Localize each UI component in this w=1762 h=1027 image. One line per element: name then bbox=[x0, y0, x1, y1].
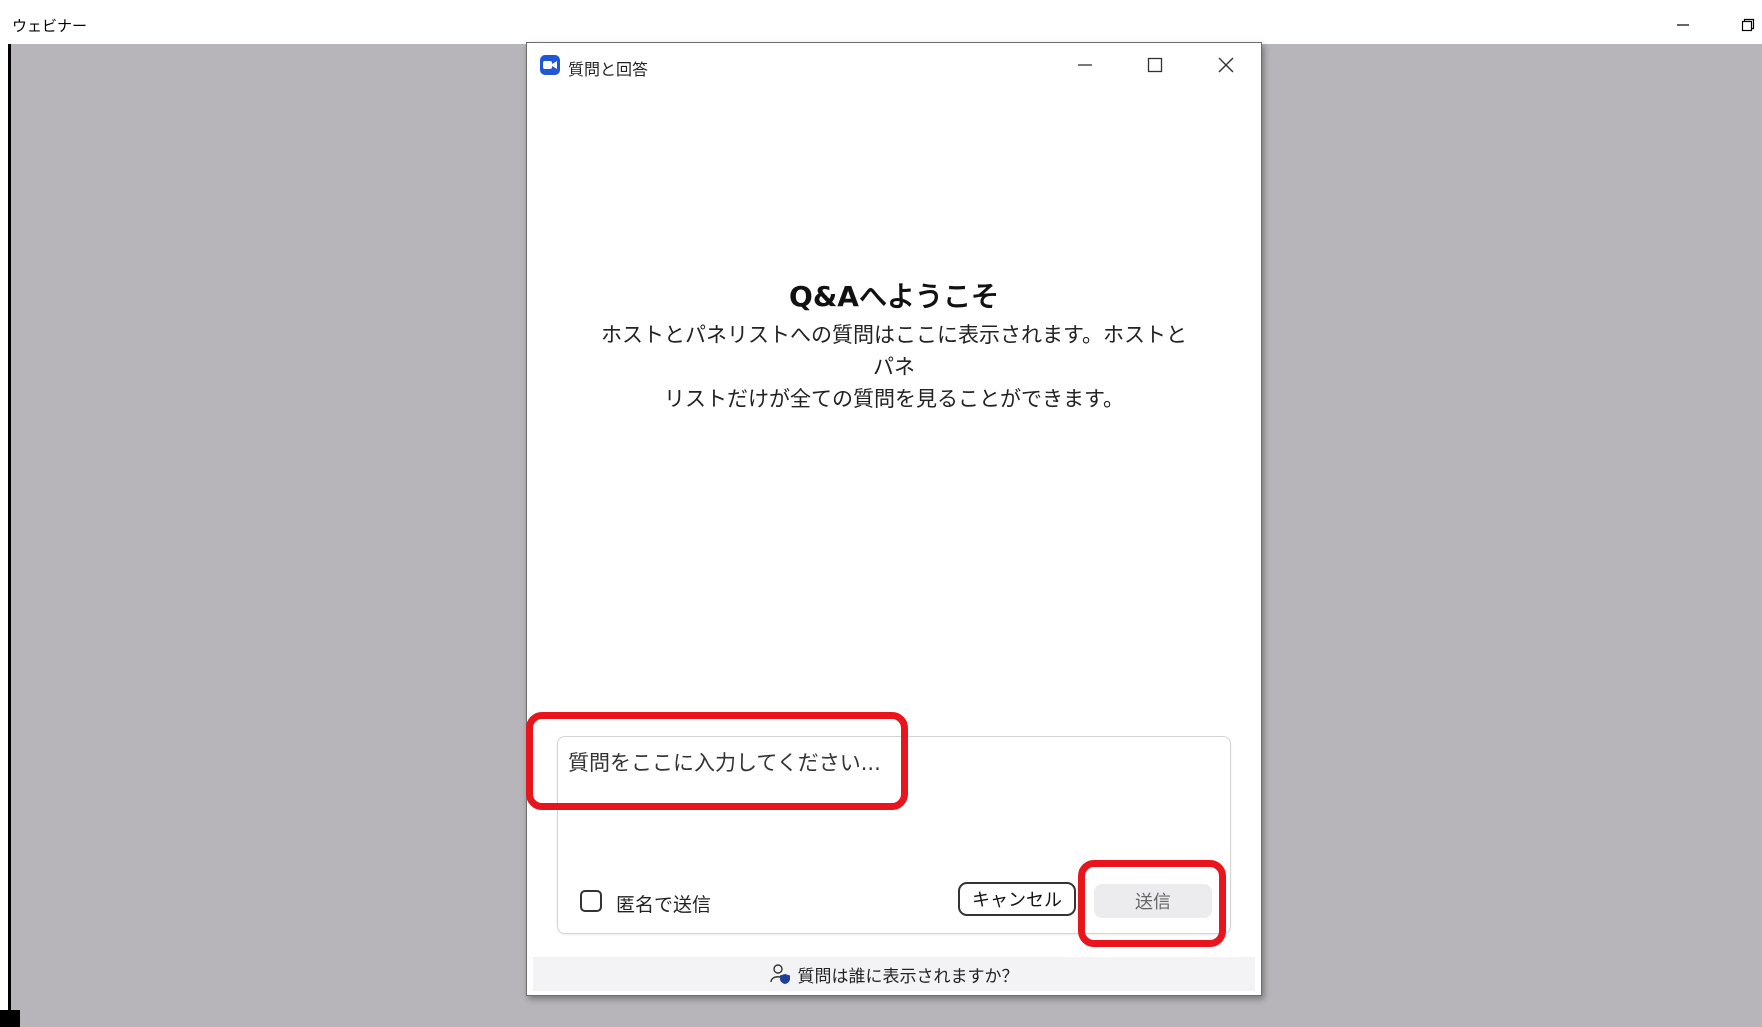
maximize-icon bbox=[1147, 57, 1163, 73]
outer-window-title: ウェビナー bbox=[12, 17, 88, 35]
anonymous-checkbox[interactable] bbox=[580, 890, 602, 912]
dialog-minimize-button[interactable] bbox=[1065, 49, 1105, 81]
close-icon bbox=[1218, 57, 1234, 73]
zoom-app-icon bbox=[540, 55, 560, 75]
outer-titlebar: ウェビナー bbox=[0, 0, 1762, 44]
visibility-info-bar[interactable]: 質問は誰に表示されますか？ bbox=[533, 957, 1255, 991]
outer-minimize-button[interactable] bbox=[1668, 10, 1698, 40]
restore-icon bbox=[1741, 18, 1755, 32]
minimize-icon bbox=[1078, 64, 1092, 66]
question-input[interactable] bbox=[568, 747, 1218, 857]
welcome-description-line-2: リストだけが全ての質問を見ることができます。 bbox=[664, 387, 1124, 411]
video-camera-icon bbox=[543, 61, 557, 69]
cancel-button[interactable]: キャンセル bbox=[958, 882, 1076, 916]
dialog-maximize-button[interactable] bbox=[1135, 49, 1175, 81]
welcome-title: Q&Aへようこそ bbox=[789, 280, 999, 313]
anonymous-label[interactable]: 匿名で送信 bbox=[616, 890, 711, 917]
outer-restore-button[interactable] bbox=[1733, 10, 1762, 40]
dialog-close-button[interactable] bbox=[1206, 49, 1246, 81]
window-left-edge bbox=[8, 44, 11, 1027]
welcome-description: ホストとパネリストへの質問はここに表示されます。ホストとパネ リストだけが全ての… bbox=[597, 319, 1191, 415]
welcome-description-line-1: ホストとパネリストへの質問はここに表示されます。ホストとパネ bbox=[601, 323, 1187, 379]
user-shield-icon bbox=[769, 963, 792, 985]
qa-dialog: 質問と回答 Q&Aへようこそ ホストとパネリストへの質問はここに表示されます。ホ… bbox=[526, 42, 1262, 996]
send-button[interactable]: 送信 bbox=[1094, 884, 1212, 918]
dialog-title: 質問と回答 bbox=[568, 60, 649, 79]
question-input-panel: 匿名で送信 キャンセル 送信 bbox=[557, 736, 1231, 934]
dialog-titlebar: 質問と回答 bbox=[527, 43, 1261, 87]
visibility-info-text: 質問は誰に表示されますか？ bbox=[797, 966, 1019, 987]
corner-mark bbox=[0, 1010, 20, 1027]
minimize-icon bbox=[1677, 24, 1689, 26]
